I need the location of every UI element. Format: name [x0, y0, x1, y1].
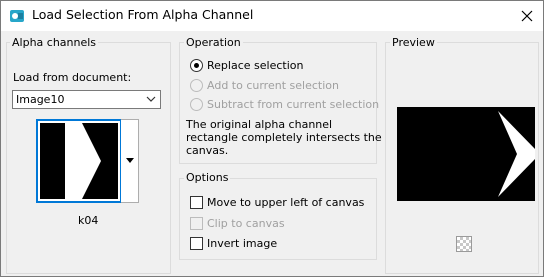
- transparency-checker-icon[interactable]: [456, 236, 472, 252]
- checkbox-move-label: Move to upper left of canvas: [207, 196, 365, 209]
- document-select[interactable]: Image10: [12, 90, 161, 109]
- thumbnail-caption: k04: [78, 214, 99, 227]
- radio-button[interactable]: [190, 79, 203, 92]
- dialog-window: Load Selection From Alpha Channel Alpha …: [0, 0, 544, 277]
- checkbox[interactable]: [190, 237, 203, 250]
- radio-button[interactable]: [190, 98, 203, 111]
- radio-button-checked[interactable]: [190, 59, 203, 72]
- paintshop-app-icon: [9, 8, 25, 24]
- window-title: Load Selection From Alpha Channel: [32, 7, 254, 22]
- close-button[interactable]: [513, 3, 541, 29]
- checkbox[interactable]: [190, 196, 203, 209]
- operation-title: Operation: [184, 36, 243, 49]
- checkbox[interactable]: [190, 217, 203, 230]
- preview-canvas: [397, 107, 535, 201]
- message-line: The original alpha channel: [186, 118, 333, 131]
- chevron-down-icon: [146, 96, 156, 102]
- radio-replace-label: Replace selection: [207, 59, 304, 72]
- preview-title: Preview: [390, 36, 437, 49]
- radio-subtract-label: Subtract from current selection: [207, 98, 380, 111]
- document-select-value: Image10: [16, 93, 65, 106]
- alpha-channel-thumbnail[interactable]: [36, 119, 122, 203]
- title-bar[interactable]: Load Selection From Alpha Channel: [1, 1, 543, 31]
- close-icon: [521, 10, 533, 22]
- triangle-down-icon: [126, 158, 134, 163]
- message-line: rectangle completely intersects the: [186, 131, 382, 144]
- checkbox-clip-label: Clip to canvas: [207, 217, 285, 230]
- alpha-channels-title: Alpha channels: [10, 36, 99, 49]
- radio-add-label: Add to current selection: [207, 79, 339, 92]
- checkbox-invert-label: Invert image: [207, 237, 278, 250]
- thumbnail-dropdown-button[interactable]: [121, 119, 139, 203]
- alpha-channel-thumbnail-image: [40, 123, 118, 199]
- options-title: Options: [184, 171, 231, 184]
- load-from-document-label: Load from document:: [13, 71, 132, 84]
- message-line: canvas.: [186, 144, 229, 157]
